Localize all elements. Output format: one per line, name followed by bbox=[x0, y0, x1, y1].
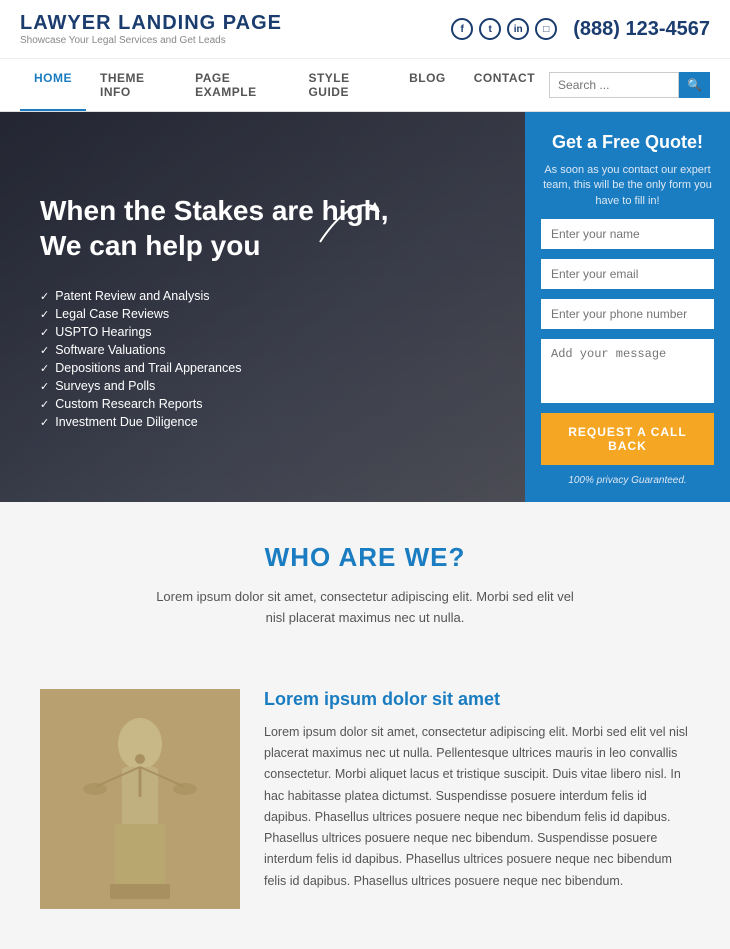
who-title: WHO ARE WE? bbox=[20, 542, 710, 573]
instagram-icon[interactable]: □ bbox=[535, 18, 557, 40]
linkedin-icon[interactable]: in bbox=[507, 18, 529, 40]
list-item: Custom Research Reports bbox=[40, 395, 400, 413]
list-item: USPTO Hearings bbox=[40, 323, 400, 341]
content-body: Lorem ipsum dolor sit amet, consectetur … bbox=[264, 722, 690, 892]
hero-arrow bbox=[310, 192, 390, 255]
nav-links: HOME THEME INFO PAGE EXAMPLE STYLE GUIDE… bbox=[20, 59, 549, 111]
list-item: Patent Review and Analysis bbox=[40, 287, 400, 305]
twitter-icon[interactable]: t bbox=[479, 18, 501, 40]
logo-subtitle: Showcase Your Legal Services and Get Lea… bbox=[20, 35, 282, 46]
header: LAWYER LANDING PAGE Showcase Your Legal … bbox=[0, 0, 730, 59]
hero-section: When the Stakes are high,We can help you… bbox=[0, 112, 730, 502]
list-item: Software Valuations bbox=[40, 341, 400, 359]
list-item: Depositions and Trail Apperances bbox=[40, 359, 400, 377]
search-bar: 🔍 bbox=[549, 72, 710, 98]
nav-style-guide[interactable]: STYLE GUIDE bbox=[294, 59, 395, 111]
logo: LAWYER LANDING PAGE Showcase Your Legal … bbox=[20, 12, 282, 46]
header-right: f t in □ (888) 123-4567 bbox=[451, 18, 710, 41]
logo-title: LAWYER LANDING PAGE bbox=[20, 12, 282, 35]
quote-form-title: Get a Free Quote! bbox=[541, 132, 714, 153]
privacy-text: 100% privacy Guaranteed. bbox=[541, 475, 714, 486]
facebook-icon[interactable]: f bbox=[451, 18, 473, 40]
quote-email-input[interactable] bbox=[541, 259, 714, 289]
request-callback-button[interactable]: REQUEST A CALL BACK bbox=[541, 413, 714, 465]
quote-form-panel: Get a Free Quote! As soon as you contact… bbox=[525, 112, 730, 502]
list-item: Investment Due Diligence bbox=[40, 413, 400, 431]
list-item: Legal Case Reviews bbox=[40, 305, 400, 323]
nav-theme-info[interactable]: THEME INFO bbox=[86, 59, 181, 111]
content-heading: Lorem ipsum dolor sit amet bbox=[264, 689, 690, 710]
list-item: Surveys and Polls bbox=[40, 377, 400, 395]
navigation: HOME THEME INFO PAGE EXAMPLE STYLE GUIDE… bbox=[0, 59, 730, 112]
statue-image bbox=[40, 689, 240, 909]
phone-number: (888) 123-4567 bbox=[573, 18, 710, 41]
social-icons: f t in □ bbox=[451, 18, 557, 40]
content-text: Lorem ipsum dolor sit amet Lorem ipsum d… bbox=[264, 689, 690, 909]
hero-content: When the Stakes are high,We can help you… bbox=[0, 112, 420, 502]
who-section: WHO ARE WE? Lorem ipsum dolor sit amet, … bbox=[0, 502, 730, 679]
quote-message-input[interactable] bbox=[541, 339, 714, 403]
search-input[interactable] bbox=[549, 72, 679, 98]
nav-home[interactable]: HOME bbox=[20, 59, 86, 111]
quote-name-input[interactable] bbox=[541, 219, 714, 249]
who-description: Lorem ipsum dolor sit amet, consectetur … bbox=[155, 587, 575, 629]
nav-contact[interactable]: CONTACT bbox=[460, 59, 549, 111]
quote-phone-input[interactable] bbox=[541, 299, 714, 329]
quote-form-subtitle: As soon as you contact our expert team, … bbox=[541, 163, 714, 209]
hero-checklist: Patent Review and Analysis Legal Case Re… bbox=[40, 287, 400, 431]
search-button[interactable]: 🔍 bbox=[679, 72, 710, 98]
nav-blog[interactable]: BLOG bbox=[395, 59, 460, 111]
nav-page-example[interactable]: PAGE EXAMPLE bbox=[181, 59, 294, 111]
content-section: Lorem ipsum dolor sit amet Lorem ipsum d… bbox=[0, 679, 730, 949]
